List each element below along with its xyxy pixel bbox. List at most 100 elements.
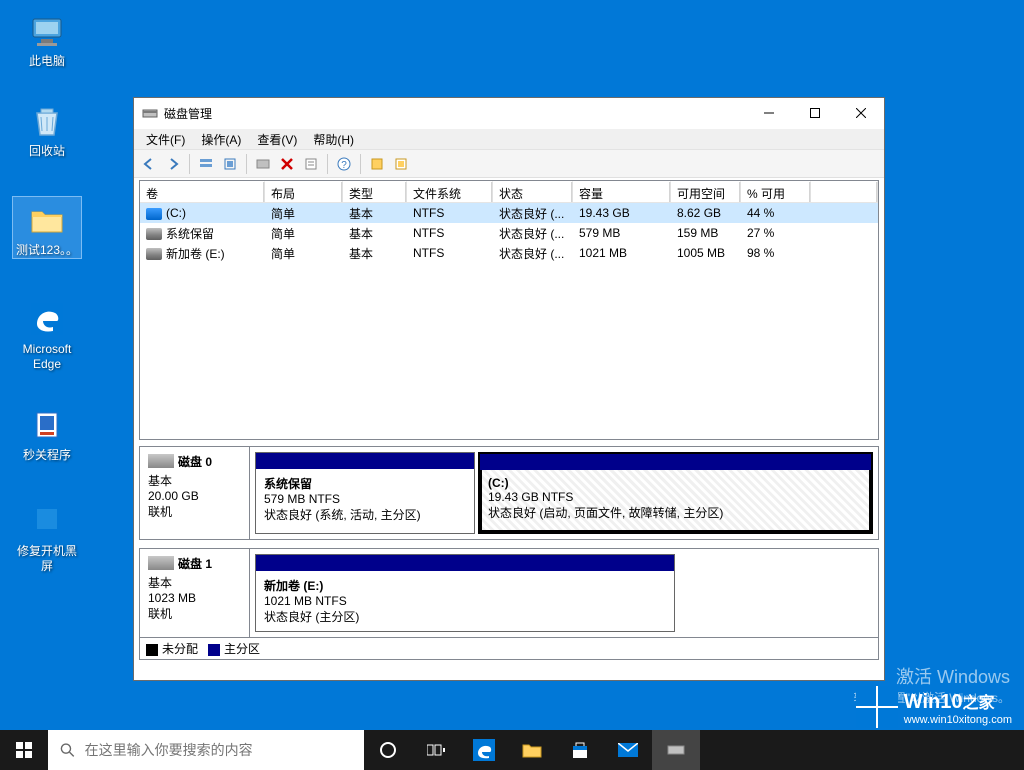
cell: 状态良好 (... [493,223,573,244]
legend-swatch-primary [208,644,220,656]
volume-row[interactable]: 新加卷 (E:) 简单 基本 NTFS 状态良好 (... 1021 MB 10… [140,243,878,263]
toolbar-view-icon[interactable] [195,153,217,175]
toolbar-refresh-icon[interactable] [219,153,241,175]
partition-header-bar [256,453,474,469]
cell: 159 MB [671,224,741,242]
partition-e[interactable]: 新加卷 (E:) 1021 MB NTFS 状态良好 (主分区) [255,554,675,632]
toolbar-properties-icon[interactable] [300,153,322,175]
desktop-icon-edge[interactable]: Microsoft Edge [12,296,82,372]
cell: 状态良好 (... [493,203,573,224]
menu-bar: 文件(F) 操作(A) 查看(V) 帮助(H) [134,128,884,150]
desktop-icon-repair-boot[interactable]: 修复开机黑屏 [12,498,82,574]
col-free[interactable]: 可用空间 [671,181,741,202]
disk-size: 1023 MB [148,591,196,605]
partition-name: (C:) [488,476,863,490]
disk-graphical-view: 磁盘 0 基本 20.00 GB 联机 系统保留 579 MB NTFS 状态良… [139,446,879,638]
taskbar-edge-icon[interactable] [460,730,508,770]
disk-size: 20.00 GB [148,489,199,503]
search-input[interactable] [85,742,352,758]
col-volume[interactable]: 卷 [140,181,265,202]
volume-name: 新加卷 (E:) [166,247,225,261]
col-status[interactable]: 状态 [493,181,573,202]
desktop-icon-label: 回收站 [12,144,82,159]
desktop-icon-recycle-bin[interactable]: 回收站 [12,98,82,159]
col-fs[interactable]: 文件系统 [407,181,493,202]
disk-status: 联机 [148,505,172,519]
partition-system-reserved[interactable]: 系统保留 579 MB NTFS 状态良好 (系统, 活动, 主分区) [255,452,475,534]
cell: 44 % [741,204,811,222]
start-button[interactable] [0,730,48,770]
separator [246,154,247,174]
taskbar-mail-icon[interactable] [604,730,652,770]
col-layout[interactable]: 布局 [265,181,343,202]
windows-logo-icon [856,686,898,728]
taskbar-taskview-icon[interactable] [412,730,460,770]
cell: 基本 [343,203,407,224]
toolbar-white-icon[interactable] [390,153,412,175]
cell: 27 % [741,224,811,242]
app-icon [27,405,67,445]
separator [360,154,361,174]
partition-name: 系统保留 [264,475,466,492]
taskbar-cortana-icon[interactable] [364,730,412,770]
cell: NTFS [407,244,493,262]
disk-row-0[interactable]: 磁盘 0 基本 20.00 GB 联机 系统保留 579 MB NTFS 状态良… [139,446,879,540]
col-pct[interactable]: % 可用 [741,181,811,202]
menu-action[interactable]: 操作(A) [193,129,249,150]
desktop-icon-label: 此电脑 [12,54,82,69]
cell: 简单 [265,243,343,264]
minimize-button[interactable] [746,98,792,128]
cell: 基本 [343,223,407,244]
partition-size: 19.43 GB NTFS [488,490,863,504]
partition-header-bar [480,454,871,470]
search-box[interactable] [48,730,364,770]
column-headers: 卷 布局 类型 文件系统 状态 容量 可用空间 % 可用 [140,181,878,203]
title-bar[interactable]: 磁盘管理 [134,98,884,128]
disk-name: 磁盘 0 [178,453,212,470]
volume-icon [146,248,162,260]
search-icon [60,742,75,758]
window-title: 磁盘管理 [164,105,746,122]
partition-c[interactable]: (C:) 19.43 GB NTFS 状态良好 (启动, 页面文件, 故障转储,… [478,452,873,534]
taskbar-diskmgmt-icon[interactable] [652,730,700,770]
legend: 未分配 主分区 [139,638,879,660]
col-capacity[interactable]: 容量 [573,181,671,202]
cell: 简单 [265,223,343,244]
toolbar-yellow-icon[interactable] [366,153,388,175]
disk-status: 联机 [148,607,172,621]
taskbar-store-icon[interactable] [556,730,604,770]
cell: 579 MB [573,224,671,242]
maximize-button[interactable] [792,98,838,128]
cell: 1021 MB [573,244,671,262]
forward-button[interactable] [162,153,184,175]
windows-icon [16,742,32,758]
legend-label: 未分配 [162,642,198,656]
edge-icon [27,299,67,339]
close-button[interactable] [838,98,884,128]
col-spacer [811,181,878,202]
desktop-icon-folder-test[interactable]: 测试123。。 [12,196,82,259]
volume-row[interactable]: 系统保留 简单 基本 NTFS 状态良好 (... 579 MB 159 MB … [140,223,878,243]
col-type[interactable]: 类型 [343,181,407,202]
partition-size: 579 MB NTFS [264,492,466,506]
disk-type: 基本 [148,474,172,488]
toolbar-delete-icon[interactable] [276,153,298,175]
disk-row-1[interactable]: 磁盘 1 基本 1023 MB 联机 新加卷 (E:) 1021 MB NTFS… [139,548,879,638]
menu-help[interactable]: 帮助(H) [305,129,362,150]
volume-name: 系统保留 [166,227,214,241]
taskbar-explorer-icon[interactable] [508,730,556,770]
menu-file[interactable]: 文件(F) [138,129,193,150]
volume-list[interactable]: 卷 布局 类型 文件系统 状态 容量 可用空间 % 可用 (C:) 简单 基本 … [139,180,879,440]
brand-watermark: Win10之家 www.win10xitong.com [856,686,1012,728]
desktop-icon-shutdown-app[interactable]: 秒关程序 [12,402,82,463]
menu-view[interactable]: 查看(V) [249,129,305,150]
desktop-icon-this-pc[interactable]: 此电脑 [12,8,82,69]
volume-row[interactable]: (C:) 简单 基本 NTFS 状态良好 (... 19.43 GB 8.62 … [140,203,878,223]
back-button[interactable] [138,153,160,175]
toolbar-pane-icon[interactable] [252,153,274,175]
disk-icon [148,454,174,468]
partition-name: 新加卷 (E:) [264,577,666,594]
cell: 基本 [343,243,407,264]
disk-icon [148,556,174,570]
toolbar-help-icon[interactable]: ? [333,153,355,175]
